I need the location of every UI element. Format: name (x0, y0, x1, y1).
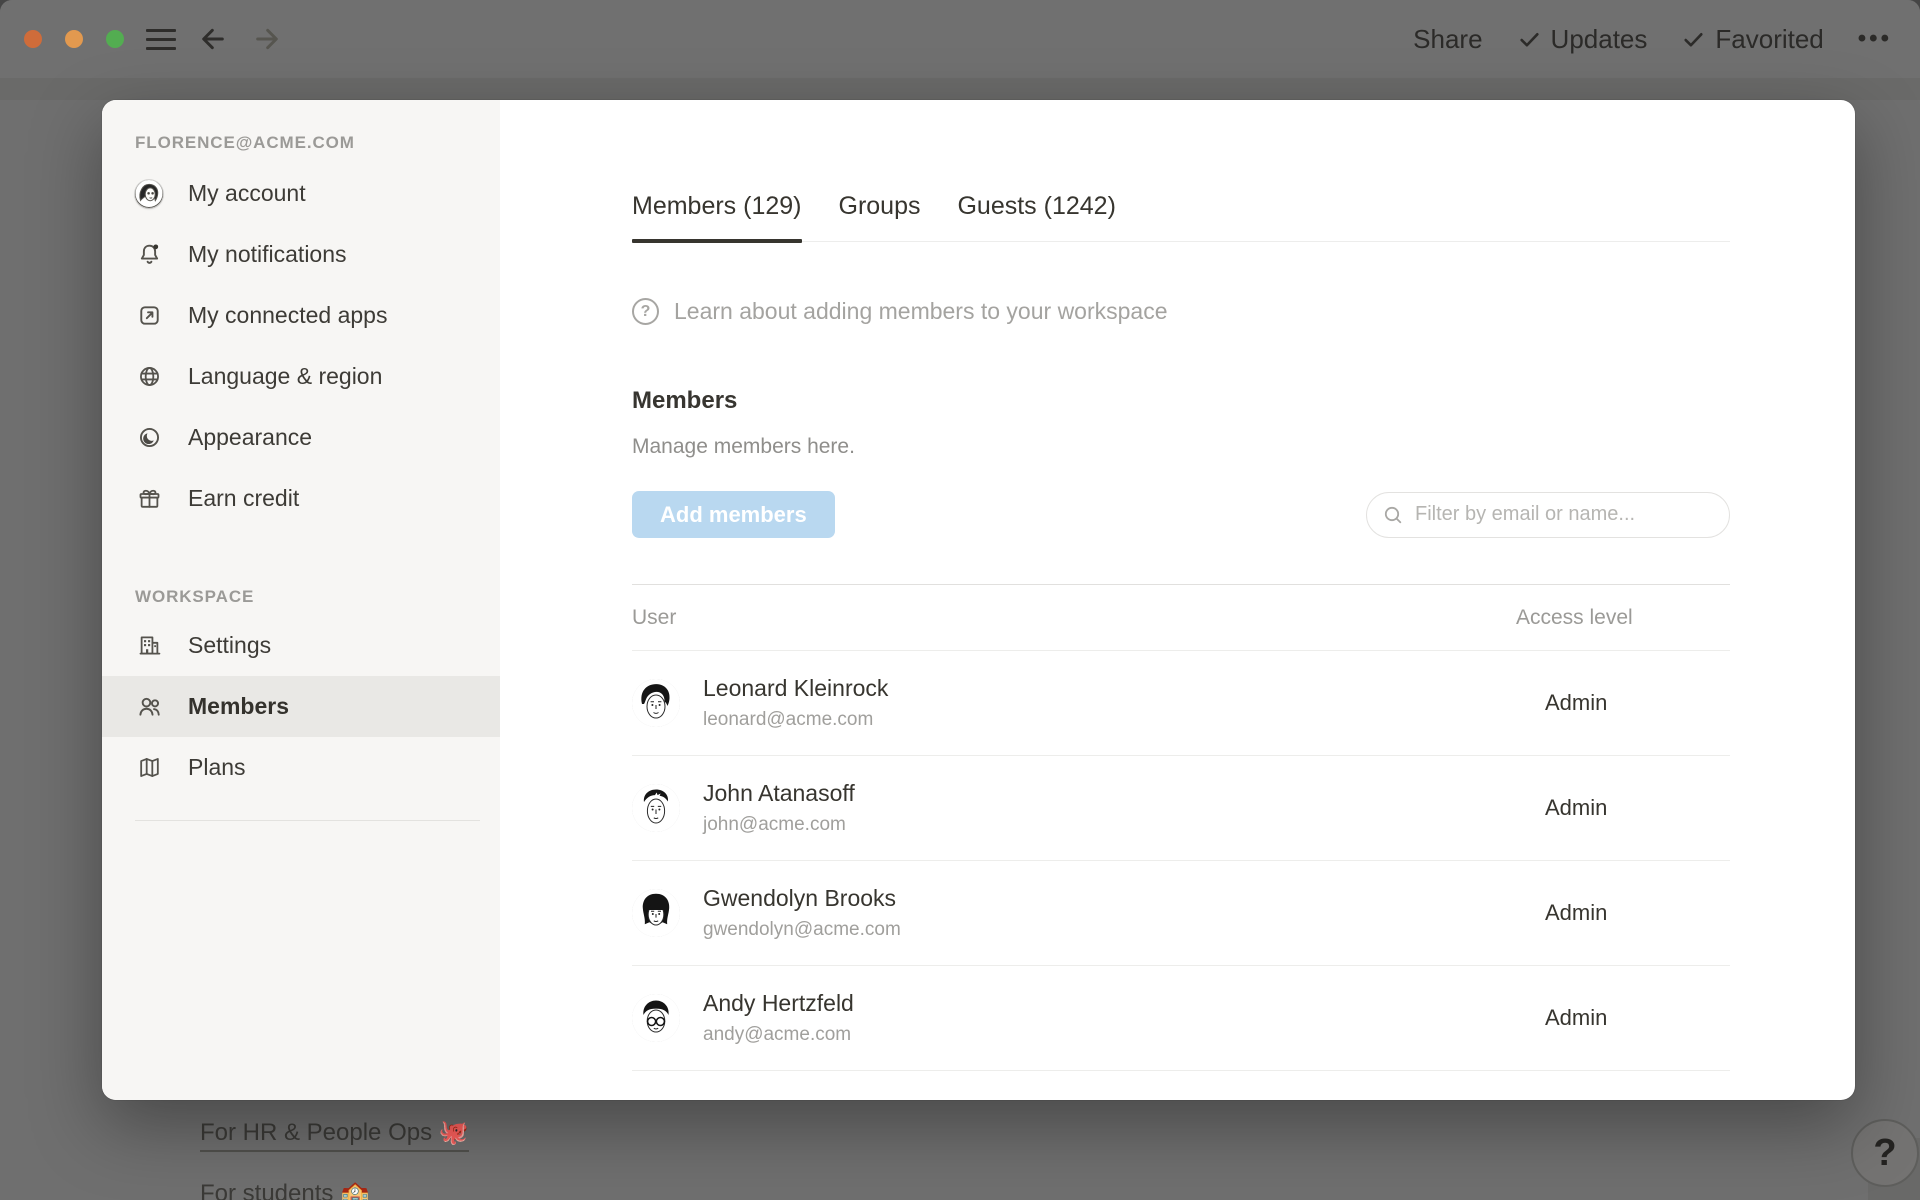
sidebar-item-earn-credit[interactable]: Earn credit (102, 468, 500, 529)
people-icon (135, 693, 163, 721)
members-table: User Access level Leonard Kleinrock leon… (632, 584, 1730, 1071)
updates-label: Updates (1551, 24, 1648, 55)
sidebar-item-settings[interactable]: Settings (102, 615, 500, 676)
sidebar-item-appearance[interactable]: Appearance (102, 407, 500, 468)
member-avatar (632, 784, 680, 832)
member-avatar (632, 679, 680, 727)
member-avatar (632, 994, 680, 1042)
access-level-select[interactable]: Admin (1516, 795, 1730, 821)
member-filter (1366, 492, 1730, 538)
tab-members[interactable]: Members (129) (632, 192, 802, 241)
search-icon (1381, 503, 1405, 532)
share-button[interactable]: Share (1413, 24, 1482, 55)
sidebar-item-label: My connected apps (188, 302, 387, 329)
settings-dialog: FLORENCE@ACME.COM My account My notifica… (102, 100, 1855, 1100)
filter-input[interactable] (1366, 492, 1730, 538)
external-link-icon (135, 302, 163, 330)
table-row: Gwendolyn Brooks gwendolyn@acme.com Admi… (632, 861, 1730, 966)
members-settings-panel: Members (129) Groups Guests (1242) ? Lea… (500, 100, 1855, 1100)
sidebar-item-members[interactable]: Members (102, 676, 500, 737)
globe-icon (135, 363, 163, 391)
favorited-label: Favorited (1715, 24, 1823, 55)
table-header: User Access level (632, 584, 1730, 651)
sidebar-item-label: Plans (188, 754, 246, 781)
sidebar-item-label: Settings (188, 632, 271, 659)
moon-icon (135, 424, 163, 452)
section-title: Members (632, 387, 1730, 415)
updates-button[interactable]: Updates (1517, 24, 1648, 55)
account-email-heading: FLORENCE@ACME.COM (135, 133, 500, 153)
dimmed-page-band (0, 78, 1920, 100)
more-options-button[interactable]: ••• (1858, 25, 1892, 53)
forward-button[interactable] (250, 22, 284, 56)
share-label: Share (1413, 24, 1482, 55)
favorited-button[interactable]: Favorited (1681, 24, 1823, 55)
bell-icon (135, 241, 163, 269)
add-members-button[interactable]: Add members (632, 491, 835, 538)
table-row: John Atanasoff john@acme.com Admin (632, 756, 1730, 861)
help-button[interactable]: ? (1851, 1119, 1919, 1187)
member-avatar (632, 889, 680, 937)
arrow-left-icon (197, 23, 229, 55)
member-info: John Atanasoff john@acme.com (703, 780, 1516, 836)
user-column-header: User (632, 606, 1516, 630)
help-link-label: Learn about adding members to your works… (674, 298, 1168, 325)
sidebar-item-my-account[interactable]: My account (102, 163, 500, 224)
member-email: andy@acme.com (703, 1024, 1516, 1046)
member-email: leonard@acme.com (703, 709, 1516, 731)
settings-sidebar: FLORENCE@ACME.COM My account My notifica… (102, 100, 500, 1100)
access-level-select[interactable]: Admin (1516, 900, 1730, 926)
sidebar-item-label: Members (188, 693, 289, 720)
window-titlebar: Share Updates Favorited ••• (0, 0, 1920, 78)
user-avatar-icon (135, 180, 163, 208)
app-window: Share Updates Favorited ••• For HR & Peo… (0, 0, 1920, 1200)
sidebar-item-my-notifications[interactable]: My notifications (102, 224, 500, 285)
member-name: John Atanasoff (703, 780, 1516, 807)
minimize-window-button[interactable] (65, 30, 83, 48)
workspace-heading: WORKSPACE (135, 587, 500, 607)
gift-icon (135, 485, 163, 513)
member-info: Andy Hertzfeld andy@acme.com (703, 990, 1516, 1046)
zoom-window-button[interactable] (106, 30, 124, 48)
check-icon (1681, 27, 1706, 52)
members-controls: Add members (632, 491, 1730, 538)
back-button[interactable] (196, 22, 230, 56)
link-hr-people-ops: For HR & People Ops 🐙 (200, 1118, 469, 1152)
learn-about-members-link[interactable]: ? Learn about adding members to your wor… (632, 298, 1168, 325)
link-students: For students 🏫 (200, 1179, 370, 1200)
member-info: Gwendolyn Brooks gwendolyn@acme.com (703, 885, 1516, 941)
menu-icon[interactable] (146, 29, 176, 50)
building-icon (135, 632, 163, 660)
sidebar-divider (135, 820, 480, 821)
sidebar-item-label: My notifications (188, 241, 347, 268)
member-info: Leonard Kleinrock leonard@acme.com (703, 675, 1516, 731)
table-row: Leonard Kleinrock leonard@acme.com Admin (632, 651, 1730, 756)
members-tabs: Members (129) Groups Guests (1242) (632, 192, 1730, 242)
sidebar-item-label: Language & region (188, 363, 382, 390)
tab-groups[interactable]: Groups (839, 192, 921, 241)
access-level-column-header: Access level (1516, 606, 1730, 630)
table-row: Andy Hertzfeld andy@acme.com Admin (632, 966, 1730, 1071)
check-icon (1517, 27, 1542, 52)
access-level-select[interactable]: Admin (1516, 690, 1730, 716)
access-level-select[interactable]: Admin (1516, 1005, 1730, 1031)
member-name: Gwendolyn Brooks (703, 885, 1516, 912)
sidebar-item-label: Appearance (188, 424, 312, 451)
arrow-right-icon (251, 23, 283, 55)
sidebar-item-label: Earn credit (188, 485, 299, 512)
member-name: Andy Hertzfeld (703, 990, 1516, 1017)
close-window-button[interactable] (24, 30, 42, 48)
sidebar-item-plans[interactable]: Plans (102, 737, 500, 798)
member-name: Leonard Kleinrock (703, 675, 1516, 702)
sidebar-item-label: My account (188, 180, 306, 207)
section-subtitle: Manage members here. (632, 435, 1730, 459)
map-icon (135, 754, 163, 782)
sidebar-item-my-connected-apps[interactable]: My connected apps (102, 285, 500, 346)
traffic-lights (24, 30, 124, 48)
member-email: john@acme.com (703, 814, 1516, 836)
help-circle-icon: ? (632, 298, 659, 325)
tab-guests[interactable]: Guests (1242) (957, 192, 1115, 241)
sidebar-item-language-region[interactable]: Language & region (102, 346, 500, 407)
member-email: gwendolyn@acme.com (703, 919, 1516, 941)
